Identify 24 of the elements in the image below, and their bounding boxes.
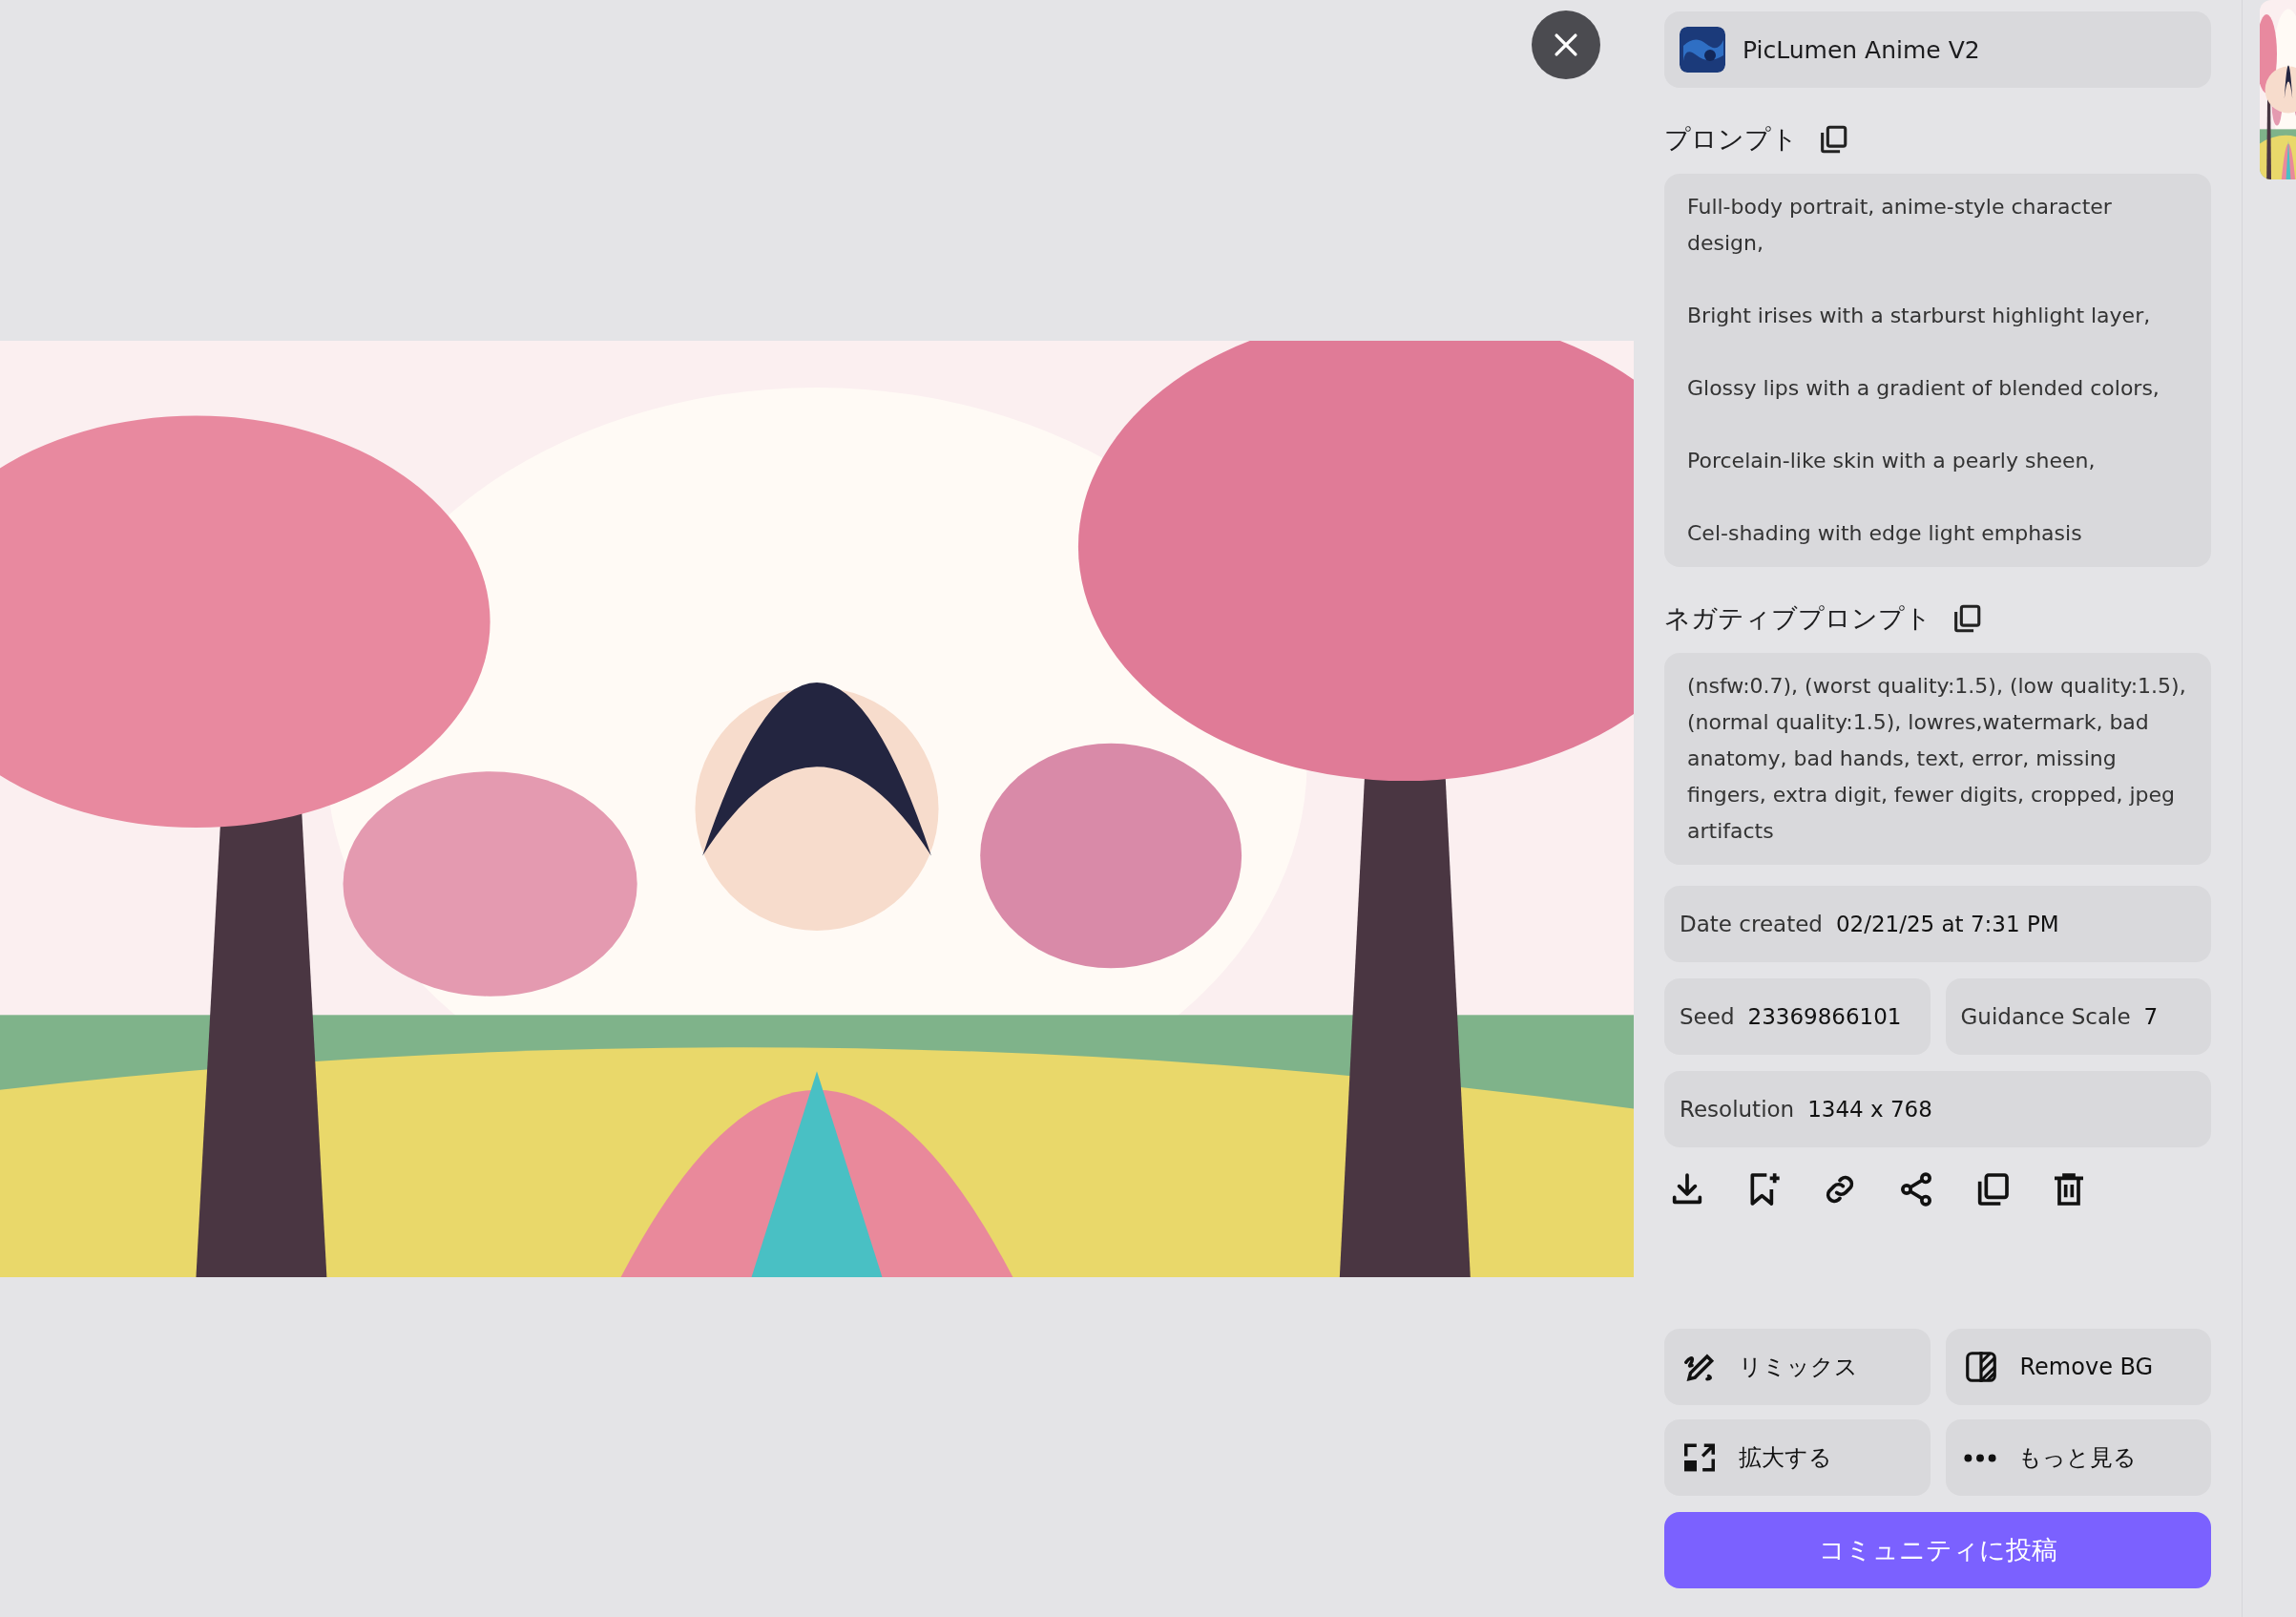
model-selector[interactable]: PicLumen Anime V2 — [1664, 11, 2211, 88]
post-to-community-button[interactable]: コミュニティに投稿 — [1664, 1512, 2211, 1588]
action-button[interactable]: Remove BG — [1945, 1329, 2211, 1405]
action-button[interactable]: 拡大する — [1664, 1419, 1931, 1496]
detail-label: Seed — [1680, 1004, 1735, 1029]
detail-value: 1344 x 768 — [1807, 1097, 1932, 1122]
prompt-paragraph: Bright irises with a starburst highlight layer, — [1687, 303, 2152, 329]
action-button[interactable]: リミックス — [1664, 1329, 1931, 1405]
negative-prompt-text: (nsfw:0.7), (worst quality:1.5), (low quality:1.5), (normal quality:1.5), lowres,watermark, bad anatomy, bad hands, text, error, missing fingers, extra digit, fewer digits, cropped, jpeg artifacts — [1664, 653, 2211, 865]
prompt-paragraph: Cel-shading with edge light emphasis — [1687, 520, 2083, 547]
detail-value: 7 — [2143, 1004, 2159, 1029]
section-heading: ネガティブプロンプト — [1664, 602, 1931, 635]
action-button[interactable]: もっと見る — [1945, 1419, 2211, 1496]
model-thumbnail-icon — [1680, 27, 1725, 73]
section-heading: プロンプト — [1664, 123, 1798, 156]
detail-value: 02/21/25 at 7:31 PM — [1835, 912, 2059, 936]
more-icon — [1962, 1453, 1997, 1462]
prompt-paragraph: Porcelain-like skin with a pearly sheen, — [1687, 448, 2097, 474]
detail-label: Date created — [1680, 912, 1823, 936]
prompt-paragraph: Glossy lips with a gradient of blended colors, — [1687, 375, 2160, 402]
detail-value: 23369866101 — [1747, 1004, 1902, 1029]
detail-label: Guidance Scale — [1960, 1004, 2131, 1029]
detail-label: Resolution — [1680, 1097, 1795, 1122]
prompt-paragraph: Full-body portrait, anime-style character design, — [1687, 194, 2113, 257]
